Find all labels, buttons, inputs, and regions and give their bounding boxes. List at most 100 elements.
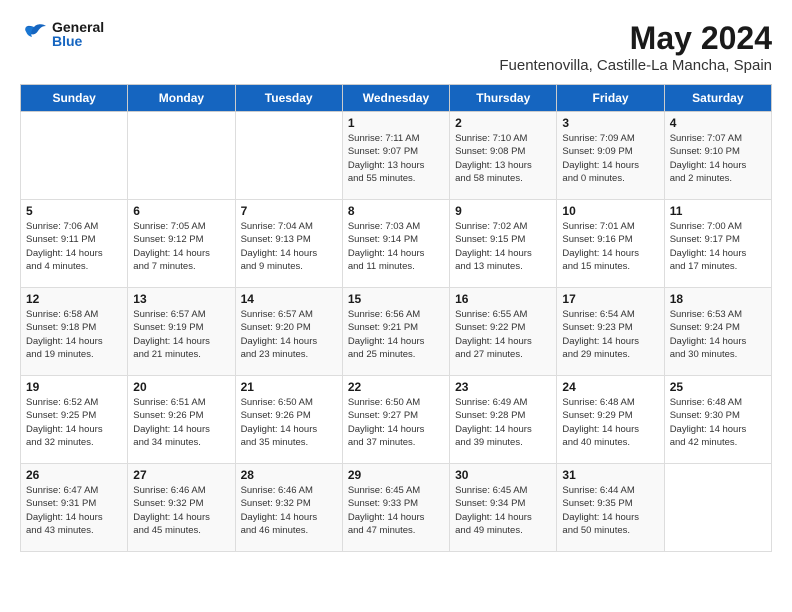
calendar-cell: 4 Sunrise: 7:07 AM Sunset: 9:10 PM Daylig…	[664, 112, 771, 200]
calendar-cell: 14 Sunrise: 6:57 AM Sunset: 9:20 PM Dayli…	[235, 288, 342, 376]
day-number: 10	[562, 204, 658, 218]
day-number: 21	[241, 380, 337, 394]
title-block: May 2024 Fuentenovilla, Castille-La Manc…	[499, 20, 772, 74]
day-number: 30	[455, 468, 551, 482]
calendar-cell: 17Sunrise: 6:54 AM Sunset: 9:23 PM Dayli…	[557, 288, 664, 376]
day-info: Sunrise: 6:51 AM Sunset: 9:26 PM Dayligh…	[133, 396, 229, 449]
calendar-cell: 28Sunrise: 6:46 AM Sunset: 9:32 PM Dayli…	[235, 464, 342, 552]
subtitle: Fuentenovilla, Castille-La Mancha, Spain	[499, 57, 772, 74]
day-header-tuesday: Tuesday	[235, 85, 342, 112]
day-number: 31	[562, 468, 658, 482]
day-info: Sunrise: 7:06 AM Sunset: 9:11 PM Dayligh…	[26, 220, 122, 273]
day-number: 1	[348, 116, 444, 130]
calendar-cell: 25Sunrise: 6:48 AM Sunset: 9:30 PM Dayli…	[664, 376, 771, 464]
calendar-cell: 24 Sunrise: 6:48 AM Sunset: 9:29 PM Dayli…	[557, 376, 664, 464]
calendar-cell	[128, 112, 235, 200]
calendar-cell: 22Sunrise: 6:50 AM Sunset: 9:27 PM Dayli…	[342, 376, 449, 464]
calendar-cell: 5 Sunrise: 7:06 AM Sunset: 9:11 PM Daylig…	[21, 200, 128, 288]
week-row-3: 12Sunrise: 6:58 AM Sunset: 9:18 PM Dayli…	[21, 288, 772, 376]
day-number: 3	[562, 116, 658, 130]
day-number: 19	[26, 380, 122, 394]
calendar-cell: 18 Sunrise: 6:53 AM Sunset: 9:24 PM Dayli…	[664, 288, 771, 376]
calendar-cell: 23Sunrise: 6:49 AM Sunset: 9:28 PM Dayli…	[450, 376, 557, 464]
day-info: Sunrise: 7:04 AM Sunset: 9:13 PM Dayligh…	[241, 220, 337, 273]
calendar-cell: 1Sunrise: 7:11 AM Sunset: 9:07 PM Daylig…	[342, 112, 449, 200]
day-number: 17	[562, 292, 658, 306]
day-number: 26	[26, 468, 122, 482]
calendar-cell: 10 Sunrise: 7:01 AM Sunset: 9:16 PM Dayli…	[557, 200, 664, 288]
calendar-cell: 12Sunrise: 6:58 AM Sunset: 9:18 PM Dayli…	[21, 288, 128, 376]
day-number: 24	[562, 380, 658, 394]
day-info: Sunrise: 6:46 AM Sunset: 9:32 PM Dayligh…	[241, 484, 337, 537]
day-number: 23	[455, 380, 551, 394]
day-header-friday: Friday	[557, 85, 664, 112]
day-info: Sunrise: 7:02 AM Sunset: 9:15 PM Dayligh…	[455, 220, 551, 273]
calendar-cell: 15Sunrise: 6:56 AM Sunset: 9:21 PM Dayli…	[342, 288, 449, 376]
day-info: Sunrise: 6:57 AM Sunset: 9:20 PM Dayligh…	[241, 308, 337, 361]
day-info: Sunrise: 6:48 AM Sunset: 9:29 PM Dayligh…	[562, 396, 658, 449]
calendar-cell: 3 Sunrise: 7:09 AM Sunset: 9:09 PM Daylig…	[557, 112, 664, 200]
day-info: Sunrise: 6:44 AM Sunset: 9:35 PM Dayligh…	[562, 484, 658, 537]
day-info: Sunrise: 6:53 AM Sunset: 9:24 PM Dayligh…	[670, 308, 766, 361]
header: General Blue May 2024 Fuentenovilla, Cas…	[20, 20, 772, 74]
logo: General Blue	[20, 20, 104, 48]
day-number: 18	[670, 292, 766, 306]
calendar-cell	[664, 464, 771, 552]
calendar-cell: 9 Sunrise: 7:02 AM Sunset: 9:15 PM Daylig…	[450, 200, 557, 288]
day-info: Sunrise: 7:09 AM Sunset: 9:09 PM Dayligh…	[562, 132, 658, 185]
day-info: Sunrise: 7:01 AM Sunset: 9:16 PM Dayligh…	[562, 220, 658, 273]
day-info: Sunrise: 6:46 AM Sunset: 9:32 PM Dayligh…	[133, 484, 229, 537]
week-row-1: 1Sunrise: 7:11 AM Sunset: 9:07 PM Daylig…	[21, 112, 772, 200]
logo-blue-label: Blue	[52, 34, 104, 48]
day-info: Sunrise: 6:47 AM Sunset: 9:31 PM Dayligh…	[26, 484, 122, 537]
day-info: Sunrise: 6:57 AM Sunset: 9:19 PM Dayligh…	[133, 308, 229, 361]
day-number: 8	[348, 204, 444, 218]
day-number: 12	[26, 292, 122, 306]
day-number: 4	[670, 116, 766, 130]
calendar-cell: 6Sunrise: 7:05 AM Sunset: 9:12 PM Daylig…	[128, 200, 235, 288]
day-number: 13	[133, 292, 229, 306]
day-info: Sunrise: 7:10 AM Sunset: 9:08 PM Dayligh…	[455, 132, 551, 185]
day-number: 14	[241, 292, 337, 306]
calendar-cell: 26 Sunrise: 6:47 AM Sunset: 9:31 PM Dayli…	[21, 464, 128, 552]
day-number: 5	[26, 204, 122, 218]
day-number: 9	[455, 204, 551, 218]
week-row-5: 26 Sunrise: 6:47 AM Sunset: 9:31 PM Dayli…	[21, 464, 772, 552]
logo-general-label: General	[52, 20, 104, 34]
day-header-sunday: Sunday	[21, 85, 128, 112]
day-header-saturday: Saturday	[664, 85, 771, 112]
calendar-cell: 31 Sunrise: 6:44 AM Sunset: 9:35 PM Dayli…	[557, 464, 664, 552]
day-info: Sunrise: 6:45 AM Sunset: 9:33 PM Dayligh…	[348, 484, 444, 537]
calendar-cell: 7 Sunrise: 7:04 AM Sunset: 9:13 PM Daylig…	[235, 200, 342, 288]
day-number: 20	[133, 380, 229, 394]
day-number: 7	[241, 204, 337, 218]
calendar-cell: 19Sunrise: 6:52 AM Sunset: 9:25 PM Dayli…	[21, 376, 128, 464]
day-number: 25	[670, 380, 766, 394]
calendar-cell: 8Sunrise: 7:03 AM Sunset: 9:14 PM Daylig…	[342, 200, 449, 288]
day-info: Sunrise: 6:56 AM Sunset: 9:21 PM Dayligh…	[348, 308, 444, 361]
calendar-cell	[235, 112, 342, 200]
calendar-cell: 30 Sunrise: 6:45 AM Sunset: 9:34 PM Dayli…	[450, 464, 557, 552]
week-row-2: 5 Sunrise: 7:06 AM Sunset: 9:11 PM Daylig…	[21, 200, 772, 288]
calendar-cell: 16Sunrise: 6:55 AM Sunset: 9:22 PM Dayli…	[450, 288, 557, 376]
calendar-cell: 29 Sunrise: 6:45 AM Sunset: 9:33 PM Dayli…	[342, 464, 449, 552]
logo-bird-icon	[20, 23, 48, 45]
day-number: 29	[348, 468, 444, 482]
day-info: Sunrise: 6:55 AM Sunset: 9:22 PM Dayligh…	[455, 308, 551, 361]
day-info: Sunrise: 6:45 AM Sunset: 9:34 PM Dayligh…	[455, 484, 551, 537]
header-row: SundayMondayTuesdayWednesdayThursdayFrid…	[21, 85, 772, 112]
day-header-monday: Monday	[128, 85, 235, 112]
page: General Blue May 2024 Fuentenovilla, Cas…	[0, 0, 792, 562]
day-number: 11	[670, 204, 766, 218]
calendar-cell	[21, 112, 128, 200]
day-info: Sunrise: 7:07 AM Sunset: 9:10 PM Dayligh…	[670, 132, 766, 185]
calendar-cell: 21 Sunrise: 6:50 AM Sunset: 9:26 PM Dayli…	[235, 376, 342, 464]
calendar-table: SundayMondayTuesdayWednesdayThursdayFrid…	[20, 84, 772, 552]
day-header-wednesday: Wednesday	[342, 85, 449, 112]
calendar-cell: 20 Sunrise: 6:51 AM Sunset: 9:26 PM Dayli…	[128, 376, 235, 464]
day-number: 6	[133, 204, 229, 218]
logo-text: General Blue	[52, 20, 104, 48]
calendar-cell: 27Sunrise: 6:46 AM Sunset: 9:32 PM Dayli…	[128, 464, 235, 552]
day-info: Sunrise: 6:50 AM Sunset: 9:26 PM Dayligh…	[241, 396, 337, 449]
calendar-cell: 13 Sunrise: 6:57 AM Sunset: 9:19 PM Dayli…	[128, 288, 235, 376]
